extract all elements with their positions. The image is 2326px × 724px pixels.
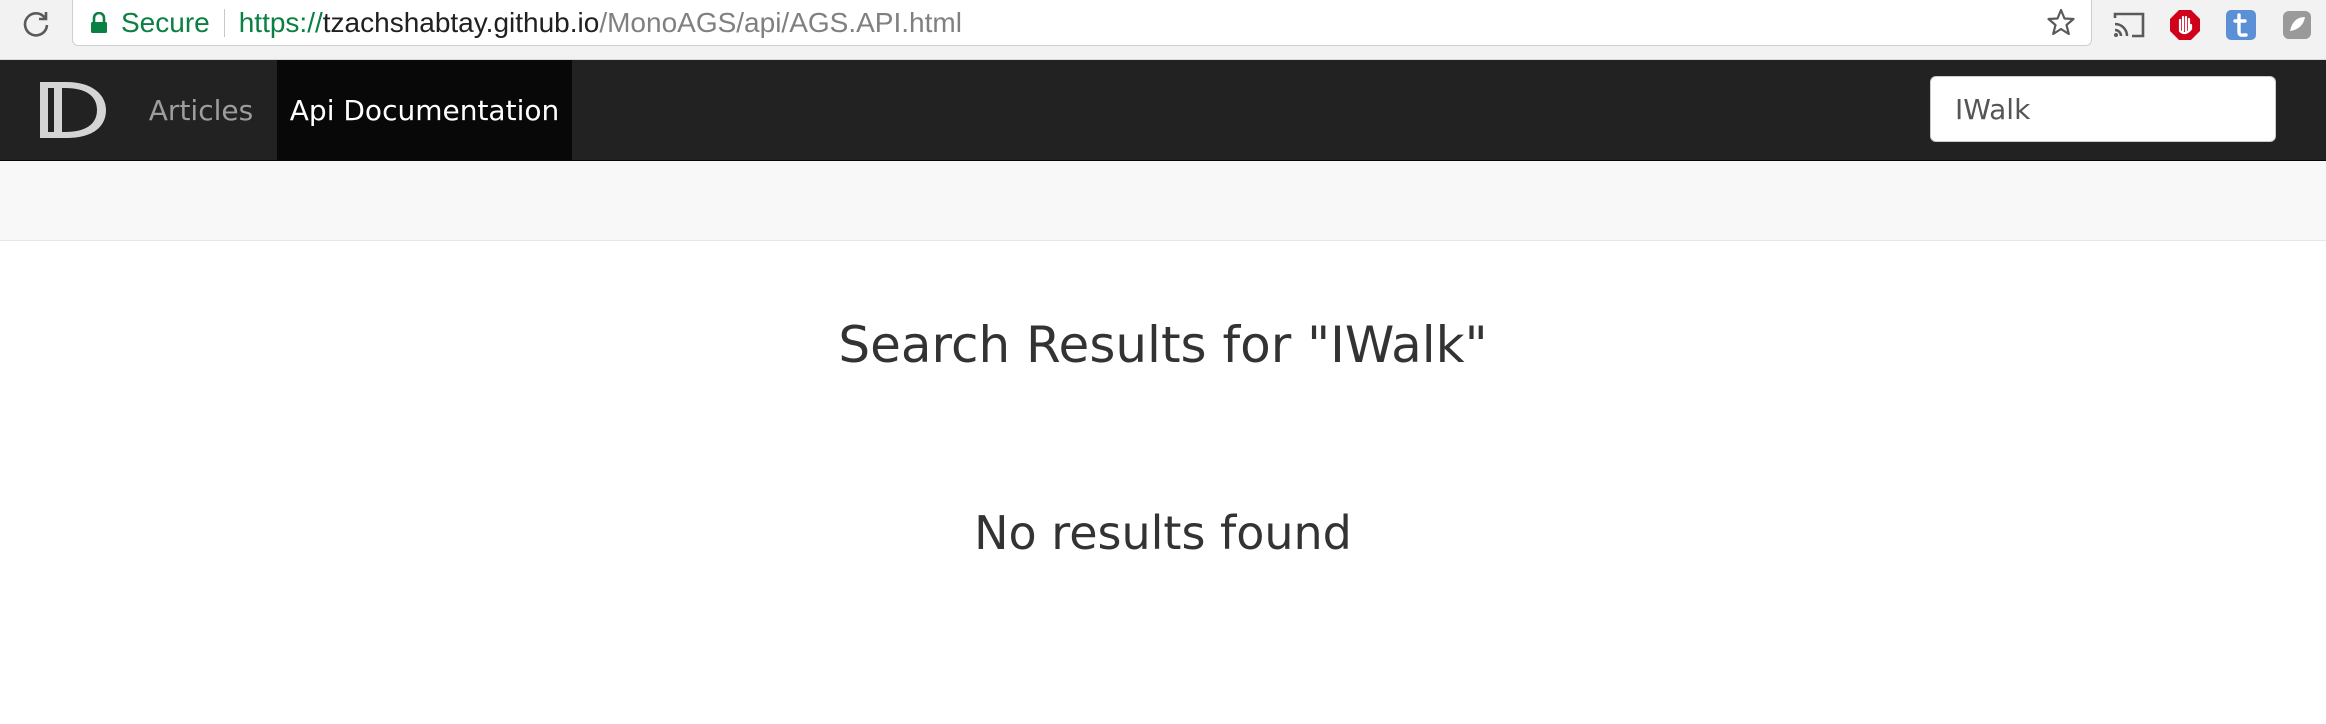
- browser-toolbar: Secure https://tzachshabtay.github.io/Mo…: [0, 0, 2326, 60]
- address-bar[interactable]: Secure https://tzachshabtay.github.io/Mo…: [72, 0, 2092, 46]
- url-text[interactable]: https://tzachshabtay.github.io/MonoAGS/a…: [239, 7, 962, 39]
- nav-articles[interactable]: Articles: [127, 60, 275, 160]
- extension-icon[interactable]: [2280, 8, 2314, 42]
- search-input[interactable]: [1930, 76, 2276, 142]
- no-results-message: No results found: [974, 506, 1352, 560]
- subnav-bar: [0, 161, 2326, 241]
- url-path: /MonoAGS/api/AGS.API.html: [599, 6, 962, 38]
- cast-icon[interactable]: [2112, 8, 2146, 42]
- search-results-title: Search Results for "IWalk": [838, 316, 1488, 374]
- star-icon[interactable]: [2045, 6, 2077, 38]
- url-host: tzachshabtay.github.io: [322, 6, 600, 38]
- tumblr-icon[interactable]: [2224, 8, 2258, 42]
- url-scheme: https://: [238, 6, 323, 38]
- docfx-logo-icon[interactable]: [36, 74, 112, 146]
- reload-icon[interactable]: [18, 6, 54, 42]
- adblock-icon[interactable]: [2168, 8, 2202, 42]
- site-navbar: Articles Api Documentation: [0, 60, 2326, 161]
- nav-api-documentation[interactable]: Api Documentation: [277, 60, 572, 160]
- lock-icon: [91, 11, 107, 33]
- secure-label: Secure: [121, 6, 210, 38]
- address-separator: [223, 8, 225, 37]
